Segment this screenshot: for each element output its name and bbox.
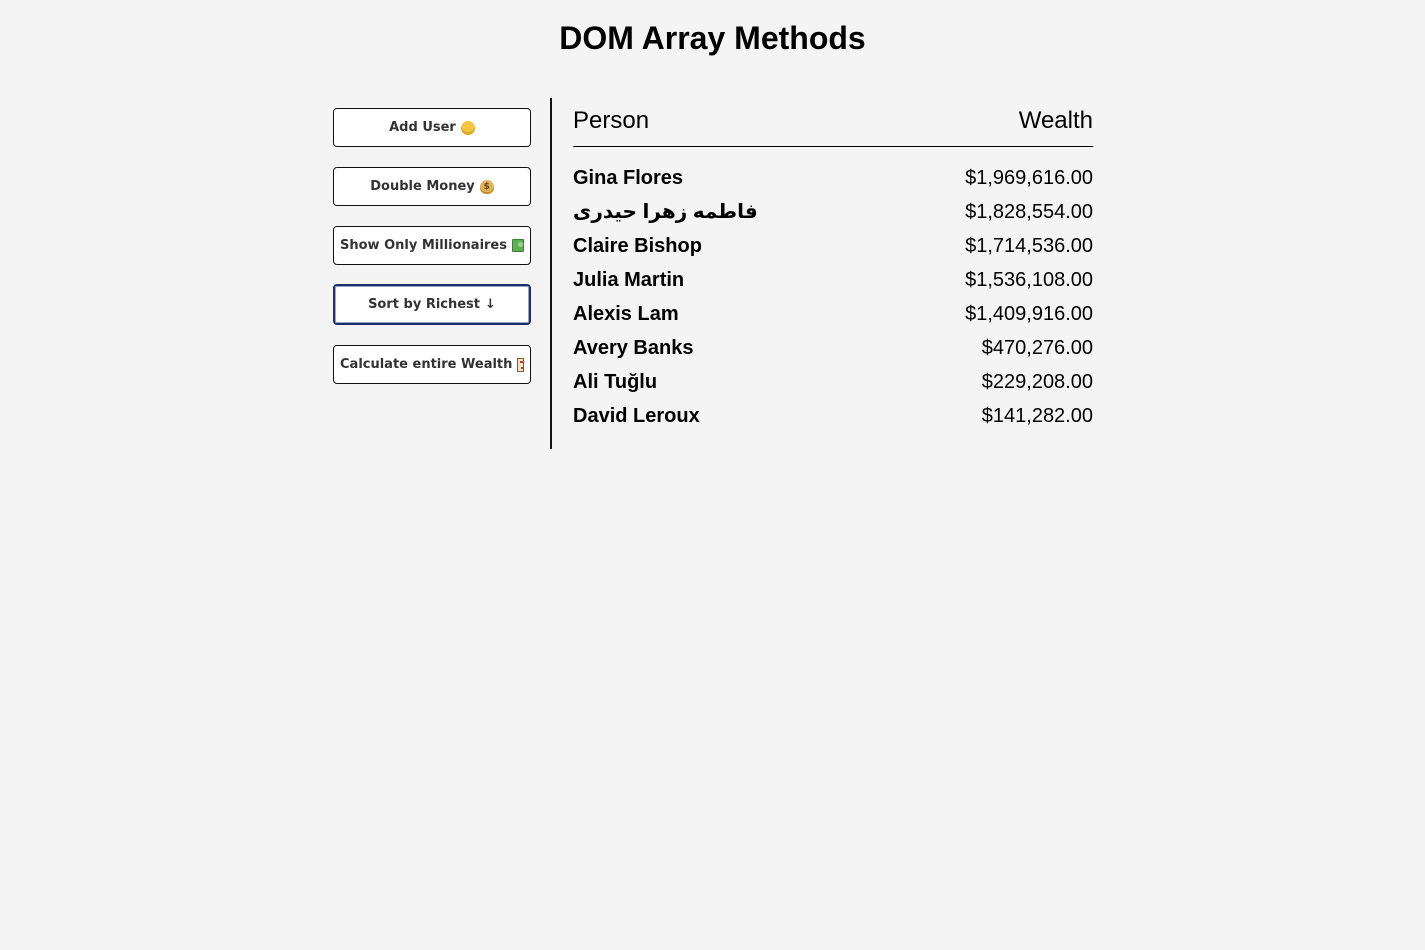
vertical-divider [550,98,552,449]
abacus-icon [517,357,524,372]
show-millionaires-label: Show Only Millionaires [340,238,507,253]
person-name: Ali Tuğlu [573,371,658,393]
person-name: Alexis Lam [573,303,679,325]
table-header: Person Wealth [573,106,1093,147]
show-millionaires-button[interactable]: Show Only Millionaires [333,226,531,265]
add-user-button[interactable]: Add User [333,108,531,147]
table-row: Avery Banks $470,276.00 [573,331,1093,365]
person-wealth: $229,208.00 [981,371,1093,393]
person-list: Gina Flores $1,969,616.00 فاطمه زهرا حیدری… [573,161,1093,433]
table-row: Gina Flores $1,969,616.00 [573,161,1093,195]
man-emoji-icon [460,120,475,135]
table-row: David Leroux $141,282.00 [573,399,1093,433]
sort-richest-button[interactable]: Sort by Richest ↓ [333,284,531,325]
add-user-label: Add User [389,120,456,135]
page-title: DOM Array Methods [559,20,866,56]
header-person: Person [573,107,650,134]
double-money-label: Double Money [370,179,475,194]
header-wealth: Wealth [1018,107,1093,134]
down-arrow-icon: ↓ [485,297,496,312]
person-wealth: $470,276.00 [981,337,1093,359]
money-bag-icon [479,179,494,194]
table-row: Alexis Lam $1,409,916.00 [573,297,1093,331]
person-wealth: $1,409,916.00 [965,303,1093,325]
calculate-wealth-button[interactable]: Calculate entire Wealth [333,345,531,384]
table-row: Julia Martin $1,536,108.00 [573,263,1093,297]
calculate-wealth-label: Calculate entire Wealth [340,357,513,372]
person-name: Julia Martin [573,269,685,291]
person-wealth: $1,536,108.00 [965,269,1093,291]
person-wealth: $1,714,536.00 [965,235,1093,257]
table-row: Ali Tuğlu $229,208.00 [573,365,1093,399]
person-wealth: $1,828,554.00 [965,201,1093,223]
table-row: فاطمه زهرا حیدری $1,828,554.00 [573,195,1093,229]
person-name: David Leroux [573,405,700,427]
sort-richest-label: Sort by Richest [368,297,481,312]
dollar-bill-icon [512,239,524,252]
app-container: Add User Double Money Show Only Milliona… [333,98,1093,449]
person-name: فاطمه زهرا حیدری [573,201,758,223]
table-row: Claire Bishop $1,714,536.00 [573,229,1093,263]
person-wealth: $1,969,616.00 [965,167,1093,189]
double-money-button[interactable]: Double Money [333,167,531,206]
person-wealth: $141,282.00 [981,405,1093,427]
person-name: Gina Flores [573,167,684,189]
person-name: Avery Banks [573,337,694,359]
person-name: Claire Bishop [573,235,702,257]
